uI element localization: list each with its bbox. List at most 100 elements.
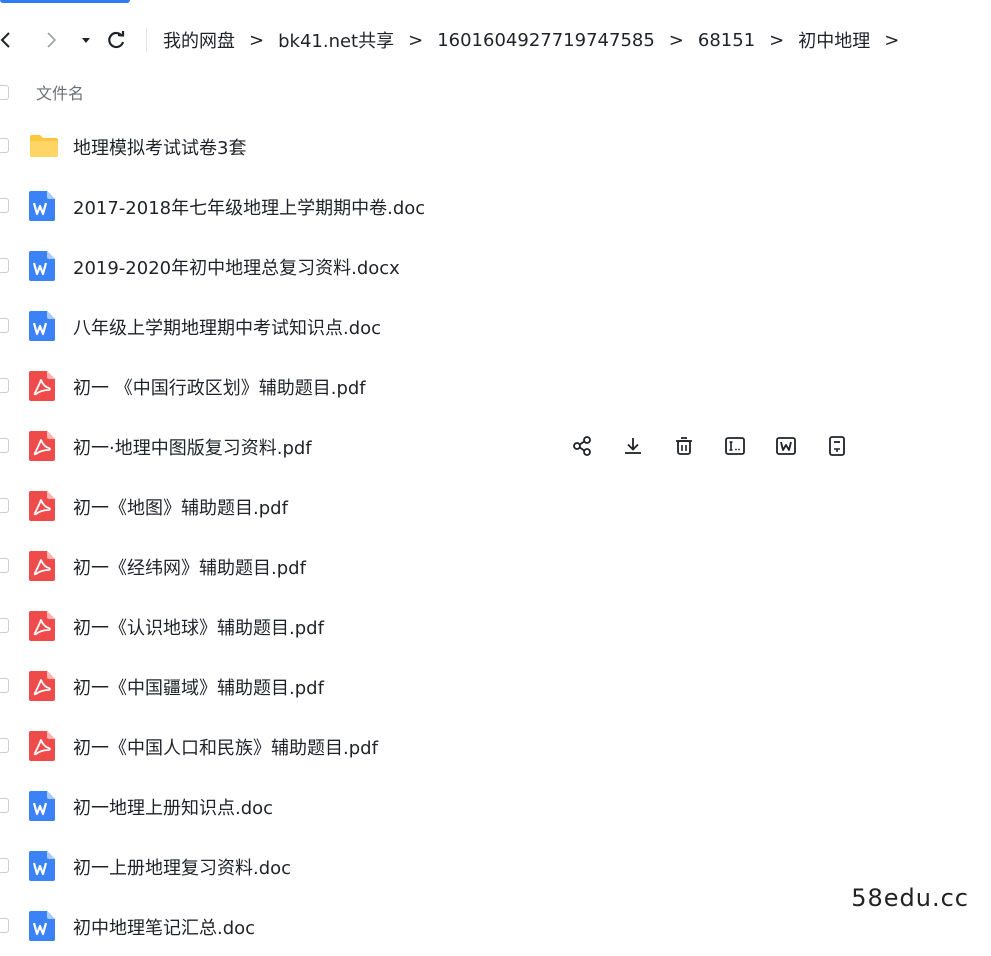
pdf-icon-wrapper [29, 731, 57, 761]
row-checkbox[interactable] [0, 498, 9, 513]
file-list: 地理模拟考试试卷3套 2017-2018年七年级地理上学期期中卷.doc 2019-… [0, 116, 991, 956]
pdf-file-icon [29, 431, 55, 461]
word-icon-wrapper [29, 911, 57, 941]
file-row[interactable]: 初一 《中国行政区划》辅助题目.pdf [0, 356, 991, 416]
pdf-icon-wrapper [29, 611, 57, 641]
breadcrumb-separator: > [249, 30, 264, 51]
word-icon-wrapper [29, 851, 57, 881]
pdf-file-icon [29, 671, 55, 701]
file-row[interactable]: 初一·地理中图版复习资料.pdf [0, 416, 991, 476]
file-row[interactable]: 初一《经纬网》辅助题目.pdf [0, 536, 991, 596]
folder-icon [29, 131, 59, 161]
column-header-filename[interactable]: 文件名 [36, 80, 84, 104]
history-dropdown-button[interactable] [72, 26, 100, 54]
download-icon [622, 435, 644, 457]
caret-down-icon [79, 33, 93, 47]
file-row[interactable]: 初一《认识地球》辅助题目.pdf [0, 596, 991, 656]
refresh-button[interactable] [102, 26, 130, 54]
select-all-checkbox[interactable] [0, 85, 9, 100]
word-icon-wrapper [29, 251, 57, 281]
row-checkbox[interactable] [0, 258, 9, 273]
file-name[interactable]: 初一上册地理复习资料.doc [73, 854, 291, 880]
delete-icon [673, 435, 695, 457]
word-file-icon [29, 191, 55, 221]
row-checkbox[interactable] [0, 618, 9, 633]
file-name[interactable]: 八年级上学期地理期中考试知识点.doc [73, 314, 381, 340]
file-name[interactable]: 初一地理上册知识点.doc [73, 794, 273, 820]
row-checkbox[interactable] [0, 438, 9, 453]
pdf-icon-wrapper [29, 491, 57, 521]
breadcrumb-item[interactable]: 我的网盘 [163, 27, 235, 53]
row-checkbox[interactable] [0, 198, 9, 213]
file-name[interactable]: 初一《中国疆域》辅助题目.pdf [73, 674, 324, 700]
forward-button[interactable] [37, 26, 65, 54]
file-row[interactable]: 初一《地图》辅助题目.pdf [0, 476, 991, 536]
file-name[interactable]: 初一 《中国行政区划》辅助题目.pdf [73, 374, 366, 400]
file-row[interactable]: 初一地理上册知识点.doc [0, 776, 991, 836]
row-checkbox[interactable] [0, 918, 9, 933]
rename-button[interactable] [721, 432, 749, 460]
file-row[interactable]: 初一《中国疆域》辅助题目.pdf [0, 656, 991, 716]
file-name[interactable]: 初中地理笔记汇总.doc [73, 914, 255, 940]
breadcrumb-separator: > [769, 30, 784, 51]
watermark: 58edu.cc [847, 882, 973, 914]
file-row[interactable]: 2019-2020年初中地理总复习资料.docx [0, 236, 991, 296]
breadcrumb-separator: > [669, 30, 684, 51]
word-file-icon [29, 851, 55, 881]
file-name[interactable]: 初一·地理中图版复习资料.pdf [73, 434, 312, 460]
file-name[interactable]: 地理模拟考试试卷3套 [73, 134, 246, 160]
word-convert-button[interactable] [772, 432, 800, 460]
word-file-icon [29, 251, 55, 281]
row-checkbox[interactable] [0, 378, 9, 393]
download-button[interactable] [619, 432, 647, 460]
delete-button[interactable] [670, 432, 698, 460]
file-row[interactable]: 初一上册地理复习资料.doc [0, 836, 991, 896]
chevron-left-icon [0, 30, 16, 50]
share-button[interactable] [568, 432, 596, 460]
pdf-icon-wrapper [29, 431, 57, 461]
file-name[interactable]: 2017-2018年七年级地理上学期期中卷.doc [73, 194, 425, 220]
row-checkbox[interactable] [0, 558, 9, 573]
row-checkbox[interactable] [0, 138, 9, 153]
navigation-toolbar: 我的网盘 > bk41.net共享 >1601604927719747585 >6815… [0, 0, 991, 78]
breadcrumb-item[interactable]: 1601604927719747585 [437, 30, 655, 51]
row-checkbox[interactable] [0, 858, 9, 873]
more-doc-button[interactable] [823, 432, 851, 460]
back-button[interactable] [0, 26, 20, 54]
pdf-icon-wrapper [29, 371, 57, 401]
more-doc-icon [826, 435, 848, 457]
file-name[interactable]: 初一《中国人口和民族》辅助题目.pdf [73, 734, 378, 760]
row-checkbox[interactable] [0, 318, 9, 333]
pdf-file-icon [29, 551, 55, 581]
word-file-icon [29, 911, 55, 941]
file-row[interactable]: 初一《中国人口和民族》辅助题目.pdf [0, 716, 991, 776]
file-name[interactable]: 2019-2020年初中地理总复习资料.docx [73, 254, 400, 280]
pdf-file-icon [29, 371, 55, 401]
row-checkbox[interactable] [0, 738, 9, 753]
breadcrumb-separator: > [884, 30, 899, 51]
breadcrumb-separator: > [408, 30, 423, 51]
breadcrumb: 我的网盘 > bk41.net共享 >1601604927719747585 >6815… [163, 27, 913, 53]
breadcrumb-item[interactable]: 68151 [698, 30, 755, 51]
word-file-icon [29, 791, 55, 821]
breadcrumb-item[interactable]: 初中地理 [798, 27, 870, 53]
file-name[interactable]: 初一《地图》辅助题目.pdf [73, 494, 288, 520]
file-row[interactable]: 2017-2018年七年级地理上学期期中卷.doc [0, 176, 991, 236]
pdf-icon-wrapper [29, 671, 57, 701]
file-row[interactable]: 初中地理笔记汇总.doc [0, 896, 991, 956]
row-checkbox[interactable] [0, 678, 9, 693]
pdf-file-icon [29, 731, 55, 761]
row-checkbox[interactable] [0, 798, 9, 813]
file-row[interactable]: 八年级上学期地理期中考试知识点.doc [0, 296, 991, 356]
folder-icon-wrapper [29, 131, 57, 161]
pdf-file-icon [29, 491, 55, 521]
breadcrumb-item[interactable]: bk41.net共享 [278, 27, 394, 53]
word-file-icon [29, 311, 55, 341]
toolbar-divider [146, 28, 147, 52]
file-name[interactable]: 初一《经纬网》辅助题目.pdf [73, 554, 306, 580]
pdf-file-icon [29, 611, 55, 641]
file-row[interactable]: 地理模拟考试试卷3套 [0, 116, 991, 176]
file-name[interactable]: 初一《认识地球》辅助题目.pdf [73, 614, 324, 640]
refresh-icon [105, 29, 127, 51]
chevron-right-icon [41, 30, 61, 50]
